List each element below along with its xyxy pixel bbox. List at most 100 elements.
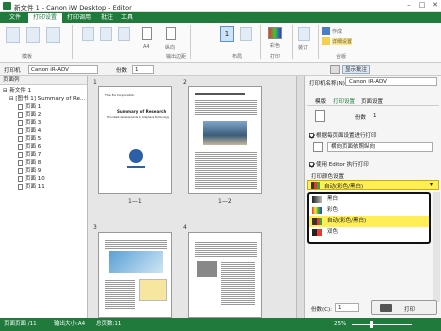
copies-input[interactable]: 1 <box>132 65 154 74</box>
tree-book[interactable]: ⊟ [图书 1] Summary of Re... <box>9 95 85 103</box>
minimize-button[interactable]: – <box>403 1 415 10</box>
dropdown-option-two-color[interactable]: 双色 <box>309 227 429 238</box>
binding-icon[interactable] <box>298 27 310 41</box>
detail-settings-icon[interactable] <box>322 37 330 45</box>
heading-line <box>195 93 245 95</box>
zoom-slider[interactable] <box>352 324 412 325</box>
tab-file[interactable]: 文件 <box>4 13 26 23</box>
page1-title: Summary of Research <box>117 109 167 114</box>
title-bar: 新文件 1 - Canon iW Desktop - Editor – □ ✕ <box>0 0 441 12</box>
tree-page[interactable]: 页面 11 <box>18 183 45 191</box>
globe-logo <box>129 149 143 163</box>
tab-print-settings[interactable]: 打印设置 <box>28 13 63 23</box>
text-block <box>105 239 167 249</box>
status-page: 页面页面 /11 <box>4 321 37 327</box>
show-annotations-button[interactable]: 显示批注 <box>342 65 371 74</box>
color-mode-select[interactable]: 自动(彩色/黑白) ▾ <box>307 180 439 190</box>
two-color-icon <box>312 229 322 236</box>
tree-page[interactable]: 页面 1 <box>18 103 41 111</box>
vertical-scrollbar[interactable] <box>296 76 304 318</box>
use-editor-checkbox[interactable]: 使用 Editor 执行打印 <box>309 160 369 168</box>
tree-root-label: 新文件 1 <box>9 88 32 94</box>
layout-icon[interactable] <box>240 27 252 41</box>
checkbox-icon <box>309 162 314 167</box>
dropdown-option-color[interactable]: 彩色 <box>309 205 429 216</box>
per-page-checkbox-label: 根据每页面设置进行打印 <box>316 133 377 139</box>
page-icon <box>18 183 23 190</box>
divider <box>72 25 73 59</box>
page-number: 2 <box>183 79 187 86</box>
page-thumbnail-4[interactable] <box>188 232 262 318</box>
page-icon <box>18 111 23 118</box>
dropdown-option-bw[interactable]: 黑白 <box>309 194 429 205</box>
tree-page[interactable]: 页面 10 <box>18 175 45 183</box>
option-label: 双色 <box>327 229 339 235</box>
use-editor-checkbox-label: 使用 Editor 执行打印 <box>316 162 369 168</box>
printer-select[interactable]: Canon iR-ADV <box>28 65 98 74</box>
zoom-slider-thumb[interactable] <box>370 321 373 328</box>
margin-icon[interactable] <box>82 27 94 41</box>
margin3-icon[interactable] <box>118 27 130 41</box>
page-icon <box>18 159 23 166</box>
dropdown-option-auto[interactable]: 自动(彩色/黑白) <box>309 216 429 227</box>
detail-settings-label[interactable]: 详细设置 <box>332 38 353 45</box>
page-thumbnail-2[interactable] <box>188 86 262 194</box>
page-icon <box>18 127 23 134</box>
copies-spinner[interactable]: 1 <box>220 26 234 42</box>
tab-print-settings[interactable]: 打印设置 <box>333 97 355 105</box>
divider <box>190 25 191 59</box>
maximize-button[interactable]: □ <box>416 1 428 10</box>
template-icon[interactable] <box>6 27 20 43</box>
option-label: 黑白 <box>327 196 339 202</box>
tree-page-label: 页面 7 <box>25 152 42 158</box>
per-page-checkbox[interactable]: 根据每页面设置进行打印 <box>309 131 377 139</box>
tab-template[interactable]: 模版 <box>315 97 326 105</box>
tab-tools[interactable]: 工具 <box>116 13 138 23</box>
page-caption: 1—2 <box>218 198 232 205</box>
create-label[interactable]: 作成 <box>332 28 342 35</box>
tree-page[interactable]: 页面 3 <box>18 119 41 127</box>
settings-pane: 打印机名称(N) Canon iR-ADV 模版 打印设置 页面设置 份数 1 … <box>304 76 441 318</box>
tree-page-label: 页面 5 <box>25 136 42 142</box>
tree-page-label: 页面 3 <box>25 120 42 126</box>
page-icon <box>18 175 23 182</box>
paper-size-icon[interactable] <box>142 27 152 40</box>
page-thumbnail-1[interactable]: The 3G Corporation Summary of Research T… <box>98 86 172 194</box>
orientation-icon[interactable] <box>166 27 176 40</box>
copies-hint: 份数 <box>355 115 367 121</box>
tab-annotation[interactable]: 批注 <box>96 13 118 23</box>
margin2-icon[interactable] <box>100 27 112 41</box>
view-icon[interactable] <box>330 65 340 74</box>
tree-page[interactable]: 页面 4 <box>18 127 41 135</box>
template3-icon[interactable] <box>46 27 60 43</box>
footer-copies-label: 份数(C): <box>311 307 332 313</box>
page-thumbnail-3[interactable] <box>98 232 172 318</box>
footer-copies-input[interactable]: 1 <box>335 303 359 312</box>
tree-page[interactable]: 页面 8 <box>18 159 41 167</box>
tree-page[interactable]: 页面 6 <box>18 143 41 151</box>
tree-page[interactable]: 页面 5 <box>18 135 41 143</box>
tab-page-settings[interactable]: 页面设置 <box>361 97 383 105</box>
tree-root[interactable]: ⊟ 新文件 1 <box>3 87 31 95</box>
tree-page[interactable]: 页面 7 <box>18 151 41 159</box>
orientation-label: 纵向 <box>165 45 176 51</box>
printer-name-select[interactable]: Canon iR-ADV <box>345 77 437 86</box>
imposition-group-label: 合版 <box>336 54 347 60</box>
print-button[interactable]: 打印 <box>371 300 437 315</box>
photo <box>203 121 247 145</box>
close-button[interactable]: ✕ <box>429 1 441 10</box>
tab-print-call[interactable]: 打印调用 <box>62 13 96 23</box>
tree-page-label: 页面 11 <box>25 184 45 190</box>
page-tree-pane: 页面列 ⊟ 新文件 1 ⊟ [图书 1] Summary of Re... 页面… <box>0 76 88 318</box>
tree-page[interactable]: 页面 9 <box>18 167 41 175</box>
color-mode-icon[interactable] <box>268 27 282 39</box>
page-number: 4 <box>183 224 187 231</box>
tree-page[interactable]: 页面 2 <box>18 111 41 119</box>
template2-icon[interactable] <box>26 27 40 43</box>
orientation-select[interactable]: 横向页面依照纵向 <box>327 142 433 152</box>
create-icon[interactable] <box>322 27 330 35</box>
settings-scrollbar[interactable] <box>433 192 440 302</box>
page-number: 3 <box>93 224 97 231</box>
tree-page-label: 页面 9 <box>25 168 42 174</box>
print-color-section: 打印颜色设置 <box>311 174 345 180</box>
